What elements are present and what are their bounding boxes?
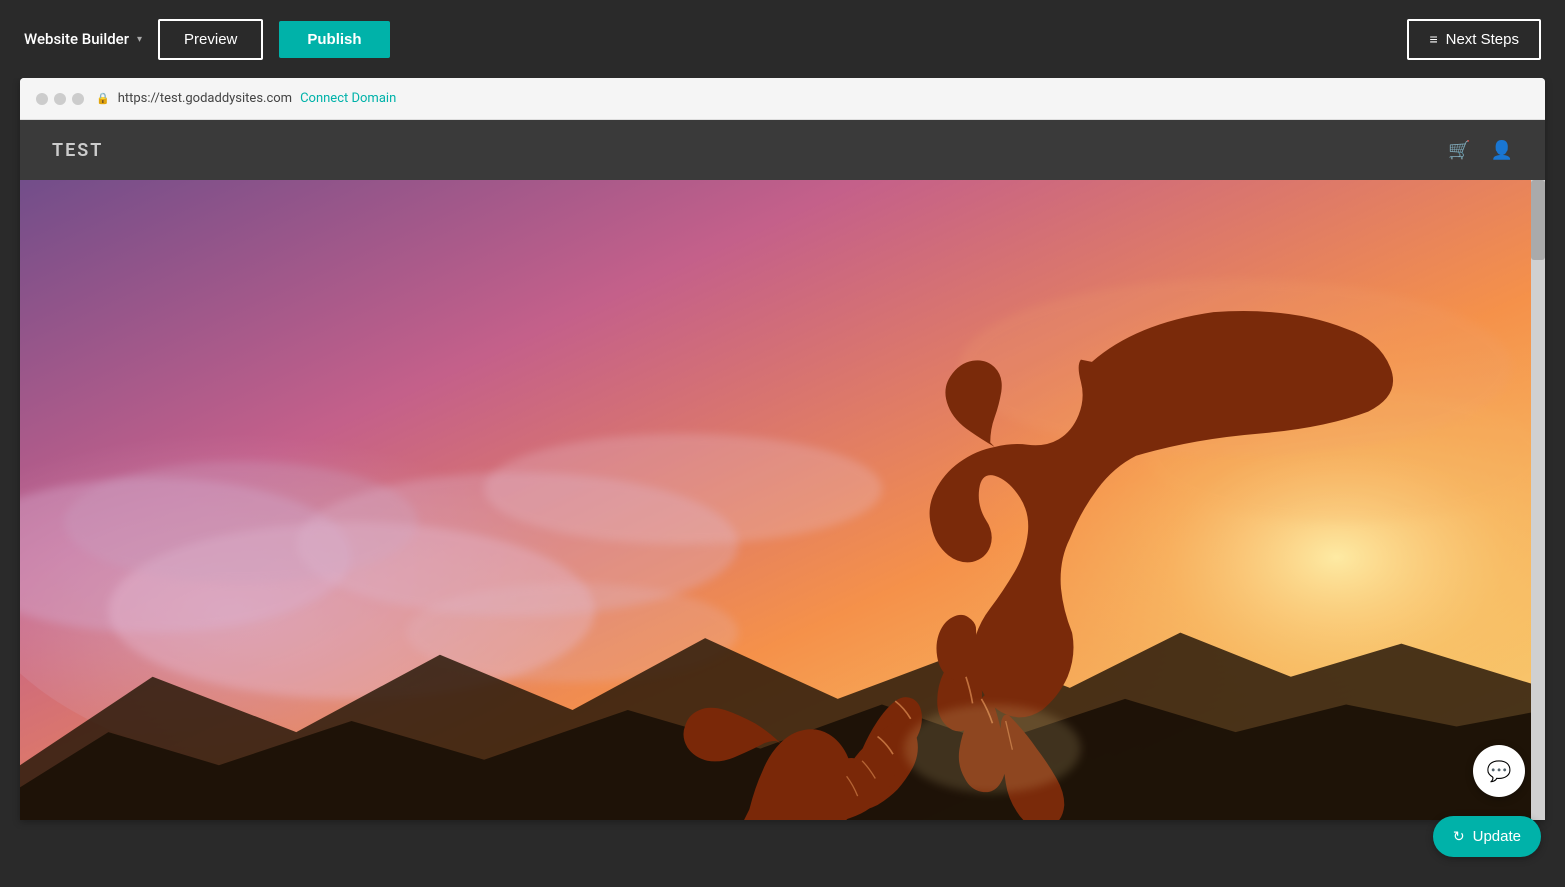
- lock-icon: 🔒: [96, 92, 110, 105]
- preview-content: TEST 🛒 👤: [20, 120, 1545, 820]
- connect-domain-link[interactable]: Connect Domain: [300, 91, 396, 106]
- scrollbar-track[interactable]: [1531, 180, 1545, 820]
- browser-dots: [36, 93, 84, 105]
- site-logo: TEST: [52, 140, 103, 161]
- toolbar: Website Builder ▾ Preview Publish ≡ Next…: [0, 0, 1565, 78]
- site-nav: TEST 🛒 👤: [20, 120, 1545, 180]
- chat-button[interactable]: 💬: [1473, 745, 1525, 797]
- browser-frame: 🔒 https://test.godaddysites.com Connect …: [20, 78, 1545, 820]
- update-icon: ↻: [1453, 828, 1465, 845]
- update-label: Update: [1473, 828, 1521, 845]
- next-steps-button[interactable]: ≡ Next Steps: [1407, 19, 1541, 60]
- update-button[interactable]: ↻ Update: [1433, 816, 1541, 857]
- preview-button[interactable]: Preview: [158, 19, 263, 60]
- dot-yellow: [54, 93, 66, 105]
- dot-red: [36, 93, 48, 105]
- cart-icon[interactable]: 🛒: [1448, 140, 1470, 161]
- brand-button[interactable]: Website Builder ▾: [24, 30, 142, 48]
- browser-bar: 🔒 https://test.godaddysites.com Connect …: [20, 78, 1545, 120]
- user-icon[interactable]: 👤: [1491, 140, 1513, 161]
- chat-icon: 💬: [1487, 759, 1512, 784]
- next-steps-label: Next Steps: [1446, 31, 1519, 48]
- hero-area: [20, 180, 1545, 820]
- next-steps-icon: ≡: [1429, 31, 1437, 47]
- dot-green: [72, 93, 84, 105]
- site-nav-icons: 🛒 👤: [1448, 140, 1513, 161]
- toolbar-right: ≡ Next Steps: [1407, 19, 1541, 60]
- address-bar[interactable]: 🔒 https://test.godaddysites.com Connect …: [96, 91, 1529, 106]
- brand-label: Website Builder: [24, 30, 129, 48]
- brand-chevron-icon: ▾: [137, 34, 142, 45]
- scrollbar-thumb[interactable]: [1531, 180, 1545, 260]
- publish-button[interactable]: Publish: [279, 21, 389, 58]
- url-text: https://test.godaddysites.com: [118, 91, 292, 106]
